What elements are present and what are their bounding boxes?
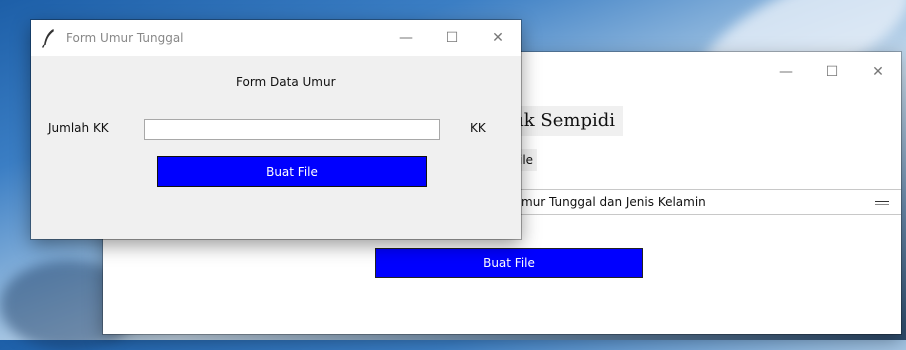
maximize-button[interactable]: ☐ bbox=[429, 20, 475, 56]
jumlah-kk-input[interactable] bbox=[144, 119, 440, 140]
report-type-select-value: mur Tunggal dan Jenis Kelamin bbox=[521, 195, 706, 209]
close-button[interactable]: ✕ bbox=[855, 52, 901, 92]
create-file-button[interactable]: Buat File bbox=[157, 156, 427, 187]
form-umur-window: Form Umur Tunggal — ☐ ✕ Form Data Umur J… bbox=[31, 20, 521, 239]
close-button[interactable]: ✕ bbox=[475, 20, 521, 56]
form-window-titlebar[interactable]: Form Umur Tunggal — ☐ ✕ bbox=[31, 20, 521, 56]
main-create-file-button[interactable]: Buat File bbox=[375, 248, 643, 278]
jumlah-kk-label: Jumlah KK bbox=[48, 121, 109, 135]
feather-icon bbox=[41, 29, 54, 48]
minimize-button[interactable]: — bbox=[763, 52, 809, 92]
form-heading: Form Data Umur bbox=[236, 75, 336, 89]
dropdown-arrow-icon[interactable] bbox=[875, 201, 889, 205]
kk-unit-label: KK bbox=[470, 121, 486, 135]
minimize-button[interactable]: — bbox=[383, 20, 429, 56]
maximize-button[interactable]: ☐ bbox=[809, 52, 855, 92]
window-title: Form Umur Tunggal bbox=[66, 31, 184, 45]
